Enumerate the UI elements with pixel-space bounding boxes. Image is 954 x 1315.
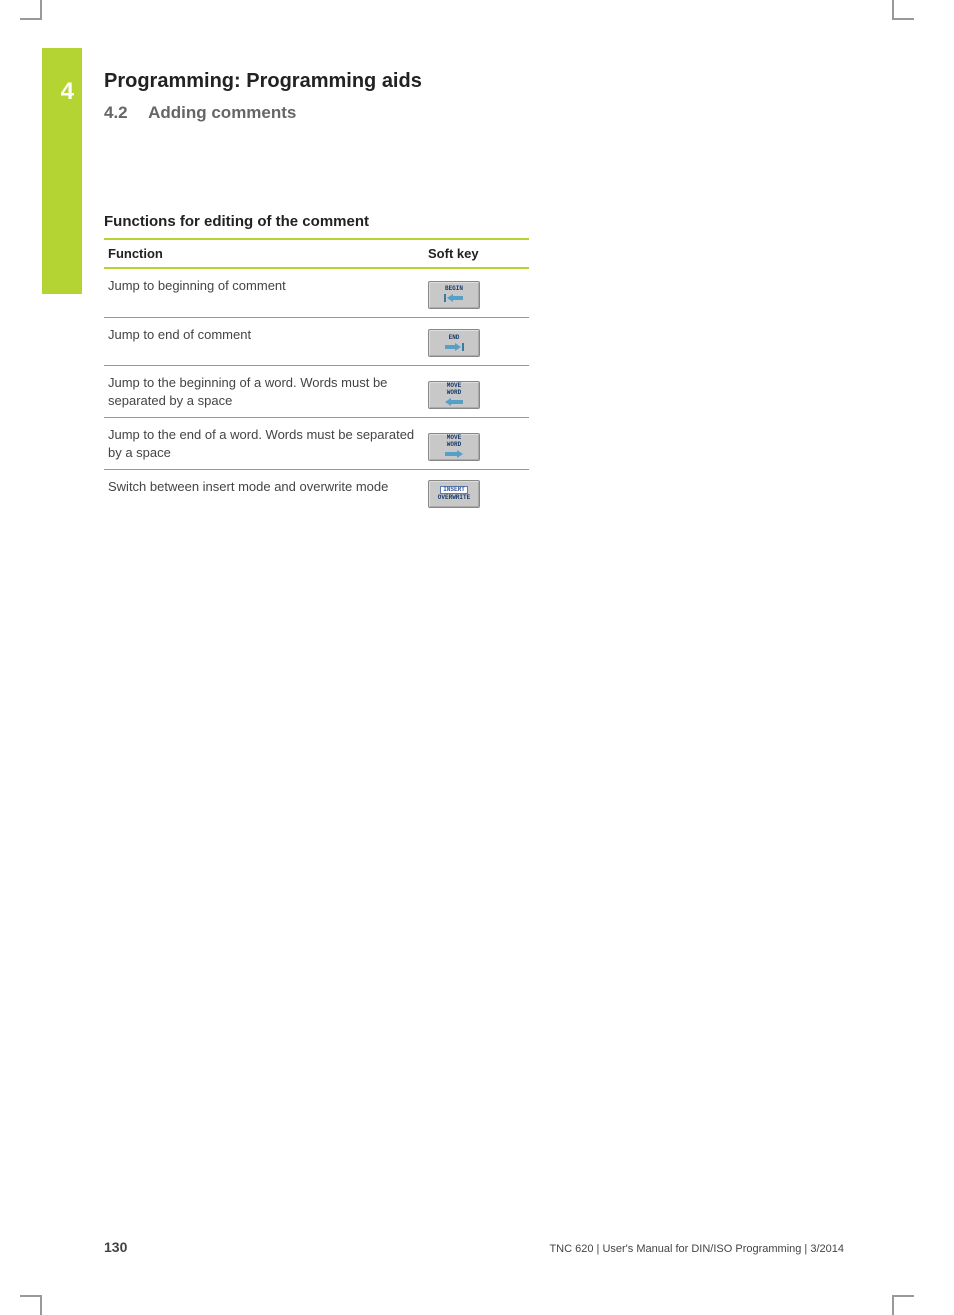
- footer-text: TNC 620 | User's Manual for DIN/ISO Prog…: [549, 1243, 844, 1255]
- th-function: Function: [104, 239, 424, 268]
- softkey-cell: BEGIN: [424, 268, 529, 317]
- softkey-cell: MOVEWORD: [424, 366, 529, 418]
- table-row: Switch between insert mode and overwrite…: [104, 470, 529, 516]
- page-footer: 130 TNC 620 | User's Manual for DIN/ISO …: [104, 1239, 844, 1255]
- softkey-icon: INSERTOVERWRITE: [428, 480, 480, 508]
- crop-mark: [892, 1295, 894, 1315]
- crop-mark: [40, 1295, 42, 1315]
- function-desc: Switch between insert mode and overwrite…: [104, 470, 424, 516]
- softkey-cell: MOVEWORD: [424, 418, 529, 470]
- chapter-title: Programming: Programming aids: [104, 70, 844, 93]
- crop-mark: [894, 18, 914, 20]
- page-number: 130: [104, 1239, 127, 1255]
- th-softkey: Soft key: [424, 239, 529, 268]
- softkey-icon: BEGIN: [428, 281, 480, 309]
- softkey-icon: MOVEWORD: [428, 433, 480, 461]
- function-desc: Jump to end of comment: [104, 317, 424, 366]
- function-desc: Jump to the beginning of a word. Words m…: [104, 366, 424, 418]
- softkey-cell: END: [424, 317, 529, 366]
- functions-table: Function Soft key Jump to beginning of c…: [104, 238, 529, 516]
- table-row: Jump to beginning of commentBEGIN: [104, 268, 529, 317]
- crop-mark: [20, 1295, 40, 1297]
- softkey-icon: END: [428, 329, 480, 357]
- crop-mark: [894, 1295, 914, 1297]
- crop-mark: [20, 18, 40, 20]
- function-desc: Jump to beginning of comment: [104, 268, 424, 317]
- section-name: Adding comments: [148, 103, 296, 122]
- page-content: Programming: Programming aids 4.2 Adding…: [104, 70, 844, 516]
- chapter-tab: 4: [42, 48, 82, 294]
- table-row: Jump to the beginning of a word. Words m…: [104, 366, 529, 418]
- subheading: Functions for editing of the comment: [104, 213, 844, 230]
- crop-mark: [40, 0, 42, 20]
- softkey-icon: MOVEWORD: [428, 381, 480, 409]
- softkey-cell: INSERTOVERWRITE: [424, 470, 529, 516]
- section-title: 4.2 Adding comments: [104, 103, 844, 123]
- table-row: Jump to end of commentEND: [104, 317, 529, 366]
- function-desc: Jump to the end of a word. Words must be…: [104, 418, 424, 470]
- crop-mark: [892, 0, 894, 20]
- table-row: Jump to the end of a word. Words must be…: [104, 418, 529, 470]
- section-number: 4.2: [104, 103, 144, 123]
